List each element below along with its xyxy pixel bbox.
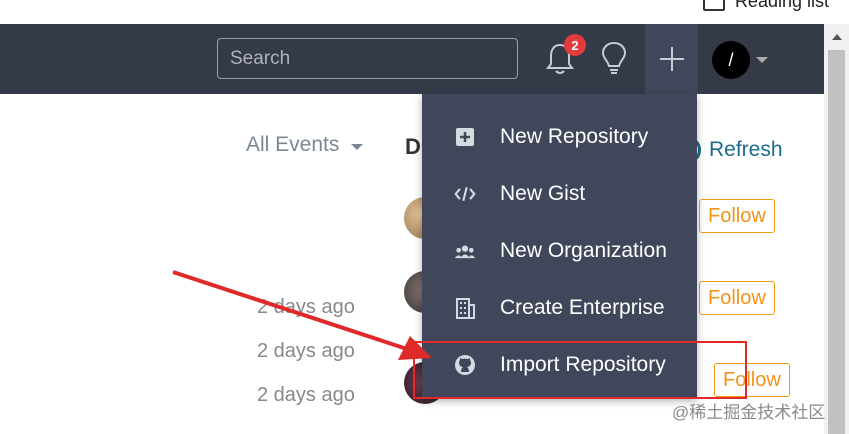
annotation-arrow bbox=[172, 270, 432, 360]
watermark: @稀土掘金技术社区 bbox=[672, 403, 826, 422]
